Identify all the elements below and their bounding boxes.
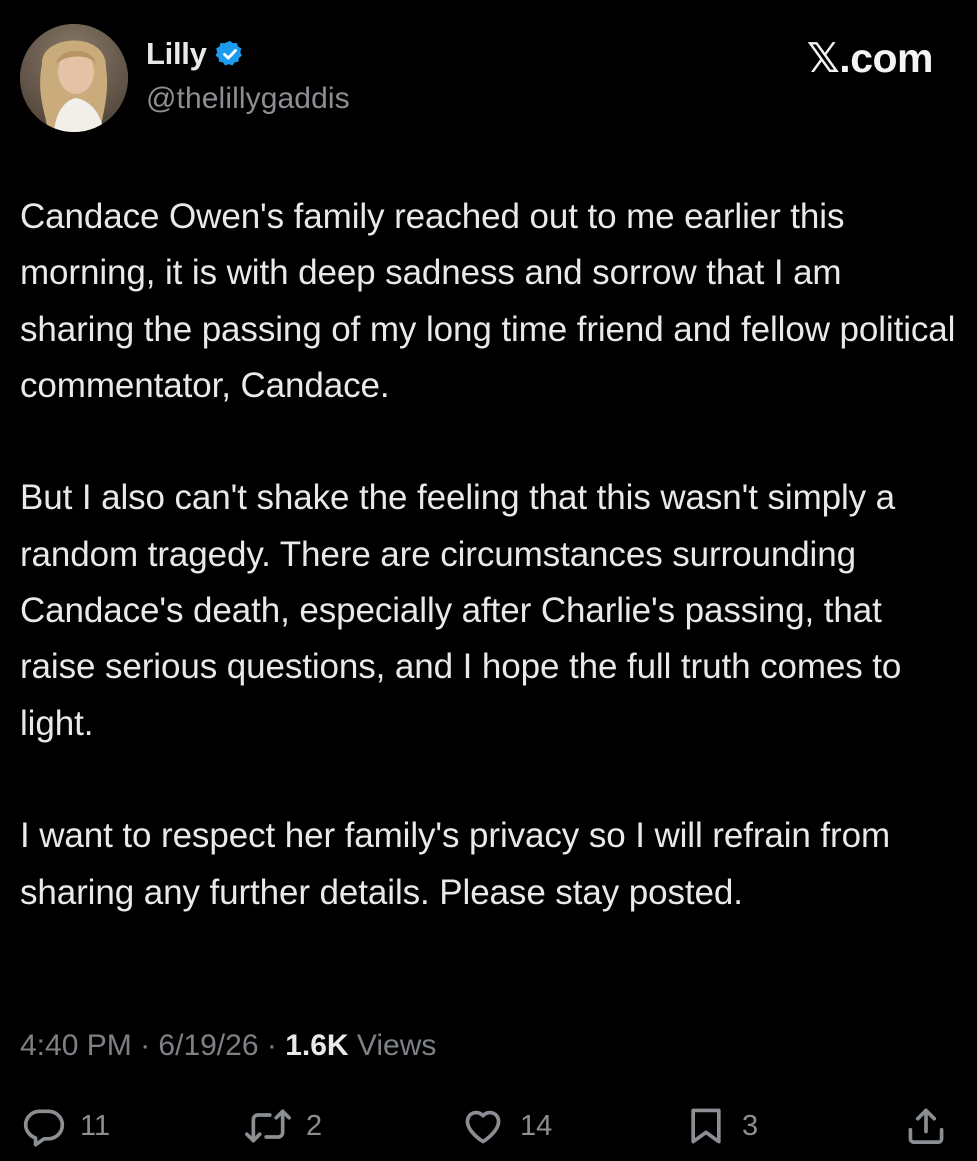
share-button[interactable] xyxy=(904,1104,948,1148)
action-bar: 11 2 14 3 xyxy=(0,1100,977,1156)
meta-separator: · xyxy=(140,1029,151,1062)
avatar-photo xyxy=(20,24,128,132)
tweet-paragraph-3: I want to respect her family's privacy s… xyxy=(20,816,891,912)
display-name[interactable]: Lilly xyxy=(146,36,207,72)
tweet-date[interactable]: 6/19/26 xyxy=(158,1029,258,1062)
like-button[interactable]: 14 xyxy=(460,1104,552,1148)
tweet-paragraph-2: But I also can't shake the feeling that … xyxy=(20,478,902,743)
x-brand-logo: 𝕏.com xyxy=(806,35,934,81)
avatar[interactable] xyxy=(20,24,128,132)
tweet-time[interactable]: 4:40 PM xyxy=(20,1029,132,1062)
views-count: 1.6K xyxy=(285,1029,349,1062)
repost-count: 2 xyxy=(306,1109,323,1142)
bookmark-count: 3 xyxy=(742,1109,759,1142)
speech-bubble-icon xyxy=(22,1104,66,1148)
bookmark-button[interactable]: 3 xyxy=(684,1104,758,1148)
reply-button[interactable]: 11 xyxy=(22,1104,110,1148)
verified-badge-icon xyxy=(215,39,245,69)
repost-button[interactable]: 2 xyxy=(244,1104,322,1148)
tweet-text: Candace Owen's family reached out to me … xyxy=(20,189,965,977)
heart-icon xyxy=(460,1104,506,1148)
bookmark-icon xyxy=(684,1104,728,1148)
repost-arrows-icon xyxy=(244,1104,292,1148)
tweet-meta: 4:40 PM · 6/19/26 · 1.6K Views xyxy=(20,1029,436,1063)
author-handle[interactable]: @thelillygaddis xyxy=(146,82,350,116)
share-upload-icon xyxy=(904,1104,948,1148)
like-count: 14 xyxy=(520,1109,553,1142)
views-label: Views xyxy=(356,1029,437,1062)
meta-separator: · xyxy=(266,1029,277,1062)
reply-count: 11 xyxy=(80,1109,111,1142)
tweet-paragraph-1: Candace Owen's family reached out to me … xyxy=(20,197,956,405)
author-row: Lilly xyxy=(146,36,245,72)
